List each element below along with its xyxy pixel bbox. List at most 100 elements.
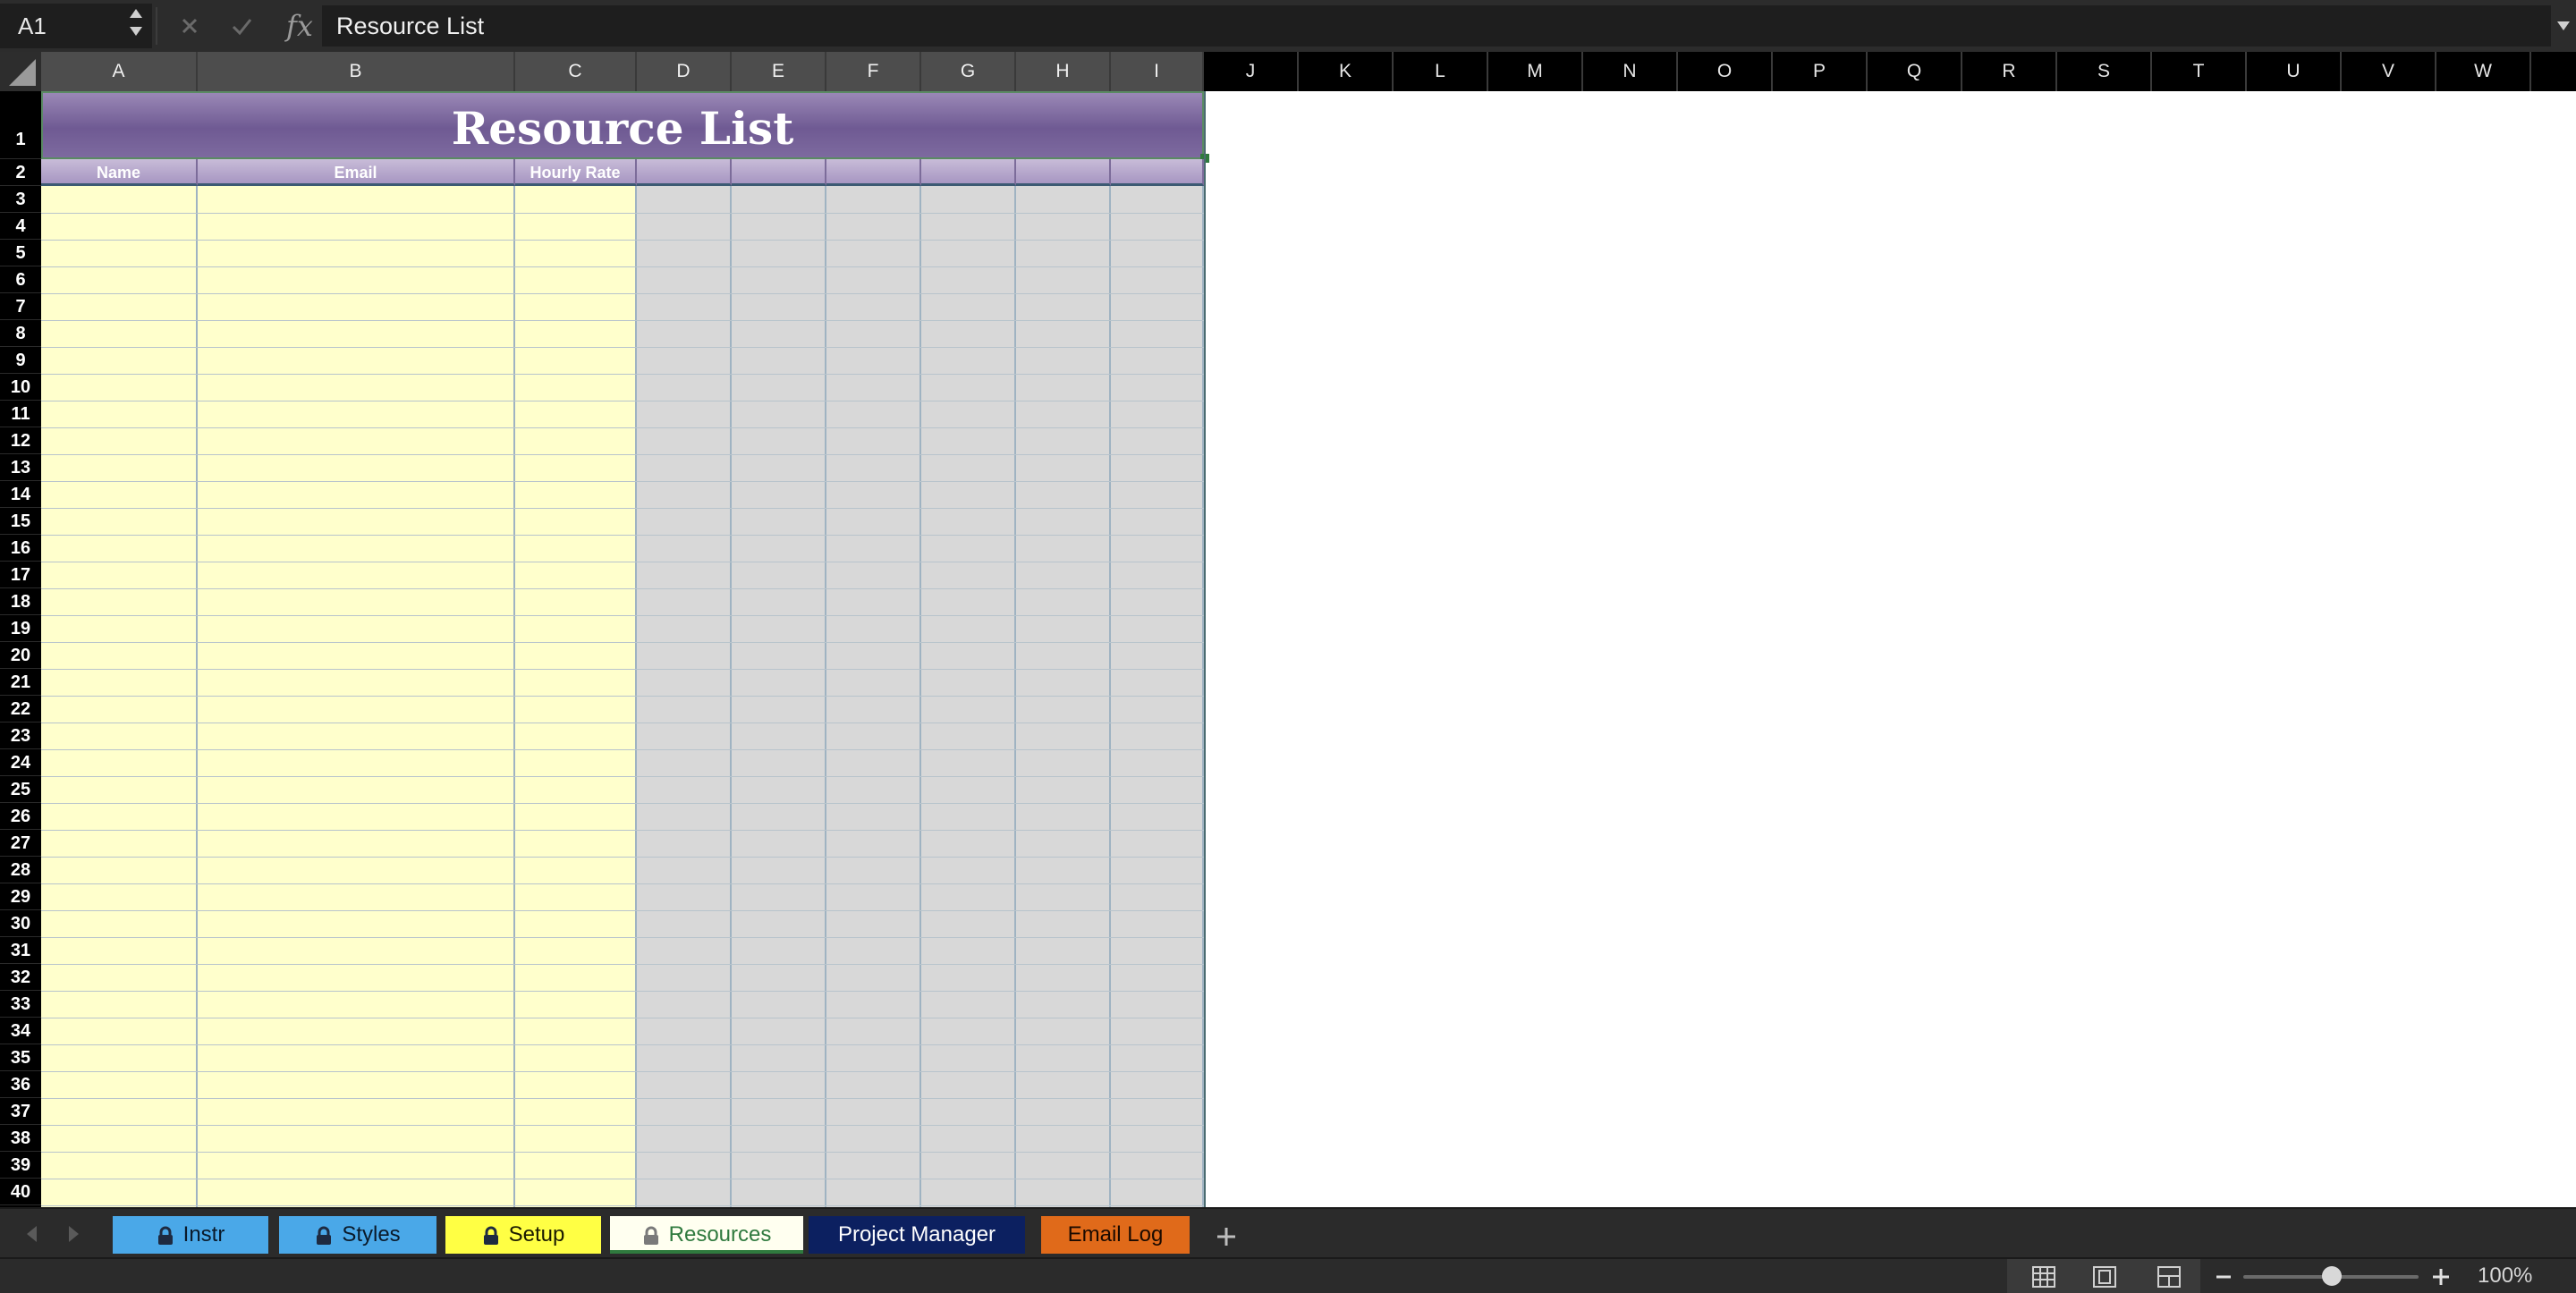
row-header-25[interactable]: 25 <box>0 776 41 803</box>
column-header-r[interactable]: R <box>1962 52 2057 91</box>
row-header-10[interactable]: 10 <box>0 374 41 401</box>
worksheet-grid[interactable]: Resource List Name Email Hourly Rate <box>41 91 2576 1207</box>
row-header-22[interactable]: 22 <box>0 696 41 723</box>
row-header-17[interactable]: 17 <box>0 562 41 588</box>
column-header-q[interactable]: Q <box>1868 52 1962 91</box>
row-header-24[interactable]: 24 <box>0 749 41 776</box>
row-header-9[interactable]: 9 <box>0 347 41 374</box>
column-i-cells[interactable] <box>1111 186 1204 1207</box>
row-header-8[interactable]: 8 <box>0 320 41 347</box>
row-header-38[interactable]: 38 <box>0 1125 41 1152</box>
row-header-23[interactable]: 23 <box>0 723 41 749</box>
zoom-out-icon[interactable] <box>2213 1264 2234 1289</box>
select-all-corner[interactable] <box>0 52 41 91</box>
formula-input[interactable]: Resource List <box>322 5 2551 46</box>
column-f-cells[interactable] <box>826 186 921 1207</box>
column-header-g[interactable]: G <box>921 52 1016 91</box>
column-header-d[interactable]: D <box>637 52 732 91</box>
row-header-29[interactable]: 29 <box>0 883 41 910</box>
header-cell-g[interactable] <box>921 159 1016 186</box>
header-cell-f[interactable] <box>826 159 921 186</box>
column-header-m[interactable]: M <box>1488 52 1583 91</box>
hourly-rate-column-cells[interactable] <box>515 186 637 1207</box>
row-header-19[interactable]: 19 <box>0 615 41 642</box>
insert-function-icon[interactable]: fx <box>279 5 320 46</box>
row-header-12[interactable]: 12 <box>0 427 41 454</box>
email-column-cells[interactable] <box>198 186 515 1207</box>
name-box-dropdown-icon[interactable] <box>123 4 148 41</box>
row-header-34[interactable]: 34 <box>0 1018 41 1044</box>
sheet-tab-instr[interactable]: Instr <box>113 1216 268 1254</box>
row-header-15[interactable]: 15 <box>0 508 41 535</box>
row-header-21[interactable]: 21 <box>0 669 41 696</box>
header-cell-i[interactable] <box>1111 159 1204 186</box>
confirm-icon[interactable] <box>224 9 259 43</box>
row-header-31[interactable]: 31 <box>0 937 41 964</box>
zoom-slider-thumb[interactable] <box>2322 1266 2342 1286</box>
header-cell-e[interactable] <box>732 159 826 186</box>
column-header-h[interactable]: H <box>1016 52 1111 91</box>
row-header-6[interactable]: 6 <box>0 266 41 293</box>
column-header-w[interactable]: W <box>2436 52 2531 91</box>
row-header-36[interactable]: 36 <box>0 1071 41 1098</box>
column-header-e[interactable]: E <box>732 52 826 91</box>
scroll-tabs-left-icon[interactable] <box>21 1223 43 1245</box>
row-header-39[interactable]: 39 <box>0 1152 41 1179</box>
column-header-b[interactable]: B <box>198 52 515 91</box>
row-header-2[interactable]: 2 <box>0 159 41 186</box>
row-header-5[interactable]: 5 <box>0 240 41 266</box>
row-header-14[interactable]: 14 <box>0 481 41 508</box>
header-cell-h[interactable] <box>1016 159 1111 186</box>
row-header-13[interactable]: 13 <box>0 454 41 481</box>
data-area[interactable] <box>41 186 1204 1207</box>
row-header-27[interactable]: 27 <box>0 830 41 857</box>
sheet-title-cell[interactable]: Resource List <box>41 91 1204 159</box>
column-header-p[interactable]: P <box>1773 52 1868 91</box>
chevron-down-icon[interactable] <box>2555 16 2572 34</box>
row-header-4[interactable]: 4 <box>0 213 41 240</box>
header-cell-name[interactable]: Name <box>41 159 198 186</box>
row-header-28[interactable]: 28 <box>0 857 41 883</box>
sheet-tab-email-log[interactable]: Email Log <box>1041 1216 1190 1254</box>
page-break-preview-icon[interactable] <box>2156 1264 2182 1289</box>
column-header-t[interactable]: T <box>2152 52 2247 91</box>
row-header-7[interactable]: 7 <box>0 293 41 320</box>
row-header-18[interactable]: 18 <box>0 588 41 615</box>
column-header-u[interactable]: U <box>2247 52 2342 91</box>
column-header-o[interactable]: O <box>1678 52 1773 91</box>
row-header-3[interactable]: 3 <box>0 186 41 213</box>
column-header-l[interactable]: L <box>1394 52 1488 91</box>
page-layout-icon[interactable] <box>2091 1264 2118 1289</box>
column-header-c[interactable]: C <box>515 52 637 91</box>
sheet-tab-styles[interactable]: Styles <box>279 1216 436 1254</box>
sheet-tab-setup[interactable]: Setup <box>445 1216 601 1254</box>
column-header-v[interactable]: V <box>2342 52 2436 91</box>
column-e-cells[interactable] <box>732 186 826 1207</box>
column-header-a[interactable]: A <box>41 52 198 91</box>
column-header-f[interactable]: F <box>826 52 921 91</box>
column-header-k[interactable]: K <box>1299 52 1394 91</box>
sheet-tab-resources[interactable]: Resources <box>610 1216 803 1254</box>
column-header-i[interactable]: I <box>1111 52 1204 91</box>
column-header-n[interactable]: N <box>1583 52 1678 91</box>
column-h-cells[interactable] <box>1016 186 1111 1207</box>
normal-view-icon[interactable] <box>2030 1264 2057 1289</box>
zoom-level[interactable]: 100% <box>2478 1259 2532 1293</box>
header-cell-hourly-rate[interactable]: Hourly Rate <box>515 159 637 186</box>
column-header-j[interactable]: J <box>1204 52 1299 91</box>
row-header-30[interactable]: 30 <box>0 910 41 937</box>
row-header-16[interactable]: 16 <box>0 535 41 562</box>
row-header-35[interactable]: 35 <box>0 1044 41 1071</box>
scroll-tabs-right-icon[interactable] <box>63 1223 84 1245</box>
name-column-cells[interactable] <box>41 186 198 1207</box>
column-g-cells[interactable] <box>921 186 1016 1207</box>
cancel-icon[interactable] <box>172 9 208 43</box>
row-header-20[interactable]: 20 <box>0 642 41 669</box>
row-header-32[interactable]: 32 <box>0 964 41 991</box>
zoom-in-icon[interactable] <box>2429 1264 2453 1289</box>
column-header-s[interactable]: S <box>2057 52 2152 91</box>
row-header-33[interactable]: 33 <box>0 991 41 1018</box>
row-header-11[interactable]: 11 <box>0 401 41 427</box>
row-header-26[interactable]: 26 <box>0 803 41 830</box>
header-cell-d[interactable] <box>637 159 732 186</box>
